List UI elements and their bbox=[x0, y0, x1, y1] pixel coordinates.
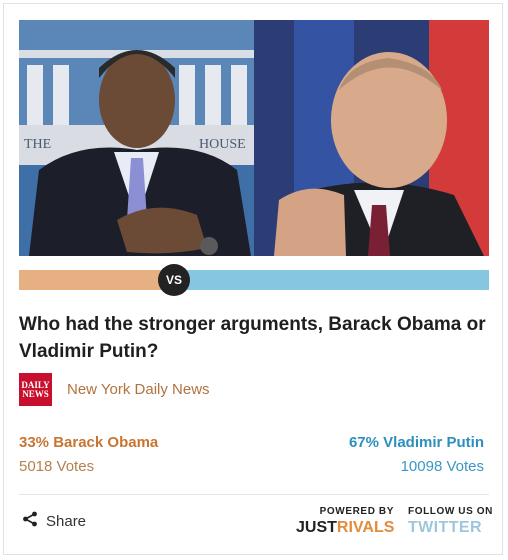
daily-news-logo: DAILY NEWS bbox=[19, 373, 52, 406]
svg-text:HOUSE: HOUSE bbox=[199, 137, 246, 152]
svg-text:THE: THE bbox=[24, 137, 51, 152]
source-attribution[interactable]: DAILY NEWS New York Daily News bbox=[19, 373, 210, 406]
share-label: Share bbox=[46, 513, 87, 530]
putin-photo[interactable] bbox=[254, 20, 489, 256]
vs-badge: VS bbox=[158, 264, 190, 296]
share-icon bbox=[22, 511, 38, 532]
putin-vote-share-bar bbox=[174, 270, 489, 290]
poll-question: Who had the stronger arguments, Barack O… bbox=[19, 314, 486, 362]
putin-result-title: 67% Vladimir Putin bbox=[348, 434, 484, 451]
justrivals-logo: JUSTRIVALS bbox=[296, 519, 394, 537]
twitter-link[interactable]: TWITTER bbox=[408, 519, 493, 537]
obama-vote-share-bar bbox=[19, 270, 174, 290]
vote-split-bar: VS bbox=[19, 264, 489, 296]
source-name-link[interactable]: New York Daily News bbox=[67, 381, 210, 398]
obama-vote-count: 5018 Votes bbox=[19, 458, 95, 475]
brand-part-2: RIVALS bbox=[336, 519, 395, 536]
obama-photo[interactable]: THE HOUSE bbox=[19, 20, 254, 256]
contestant-photos: THE HOUSE bbox=[19, 20, 489, 256]
follow-us[interactable]: FOLLOW US ON TWITTER bbox=[408, 506, 493, 537]
brand-part-1: JUST bbox=[296, 519, 337, 536]
logo-line-2: NEWS bbox=[22, 388, 49, 399]
obama-result[interactable]: 33% Barack Obama 5018 Votes bbox=[19, 434, 158, 475]
share-button[interactable]: Share bbox=[22, 511, 86, 532]
powered-by[interactable]: POWERED BY JUSTRIVALS bbox=[296, 506, 394, 537]
footer-divider bbox=[19, 494, 489, 495]
follow-us-label: FOLLOW US ON bbox=[408, 506, 493, 517]
powered-by-label: POWERED BY bbox=[319, 506, 394, 517]
poll-card: THE HOUSE VS Who had the stronger argume… bbox=[3, 3, 503, 555]
obama-result-title: 33% Barack Obama bbox=[19, 434, 159, 451]
putin-result[interactable]: 67% Vladimir Putin 10098 Votes bbox=[349, 434, 484, 475]
putin-vote-count: 10098 Votes bbox=[400, 458, 484, 475]
